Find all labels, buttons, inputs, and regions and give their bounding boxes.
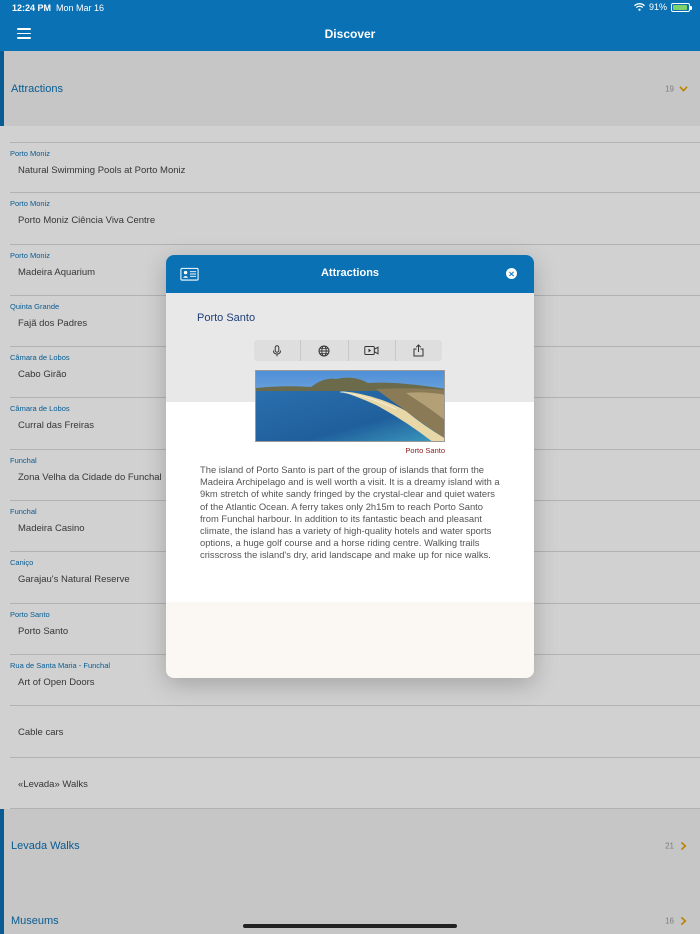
beach-landscape-image	[256, 371, 444, 441]
photo-caption: Porto Santo	[405, 446, 445, 455]
video-icon	[364, 346, 379, 355]
share-button[interactable]	[396, 340, 442, 361]
home-indicator[interactable]	[243, 924, 457, 928]
top-bar: 12:24 PM Mon Mar 16 91% Discover	[0, 0, 700, 51]
status-time: 12:24 PM	[12, 3, 52, 13]
place-photo[interactable]	[255, 370, 445, 442]
globe-icon	[318, 345, 330, 356]
battery-percent: 91%	[648, 2, 667, 12]
audio-button[interactable]	[254, 340, 302, 361]
status-date: Mon Mar 16	[56, 3, 105, 13]
status-indicators: 91%	[634, 2, 692, 12]
wifi-icon	[634, 3, 645, 11]
attraction-modal: Attractions Porto Santo Porto Santo The …	[166, 255, 534, 678]
nav-title: Discover	[324, 27, 376, 41]
place-title: Porto Santo	[197, 312, 256, 324]
battery-icon	[671, 2, 692, 12]
share-icon	[413, 344, 424, 357]
place-description: The island of Porto Santo is part of the…	[200, 464, 500, 561]
close-icon[interactable]	[506, 268, 517, 279]
media-toolbar	[254, 340, 442, 361]
battery-fill	[673, 4, 687, 10]
microphone-icon	[273, 344, 282, 356]
website-button[interactable]	[301, 340, 349, 361]
video-button[interactable]	[349, 340, 396, 361]
modal-title: Attractions	[320, 267, 380, 279]
modal-header: Attractions	[166, 255, 534, 293]
